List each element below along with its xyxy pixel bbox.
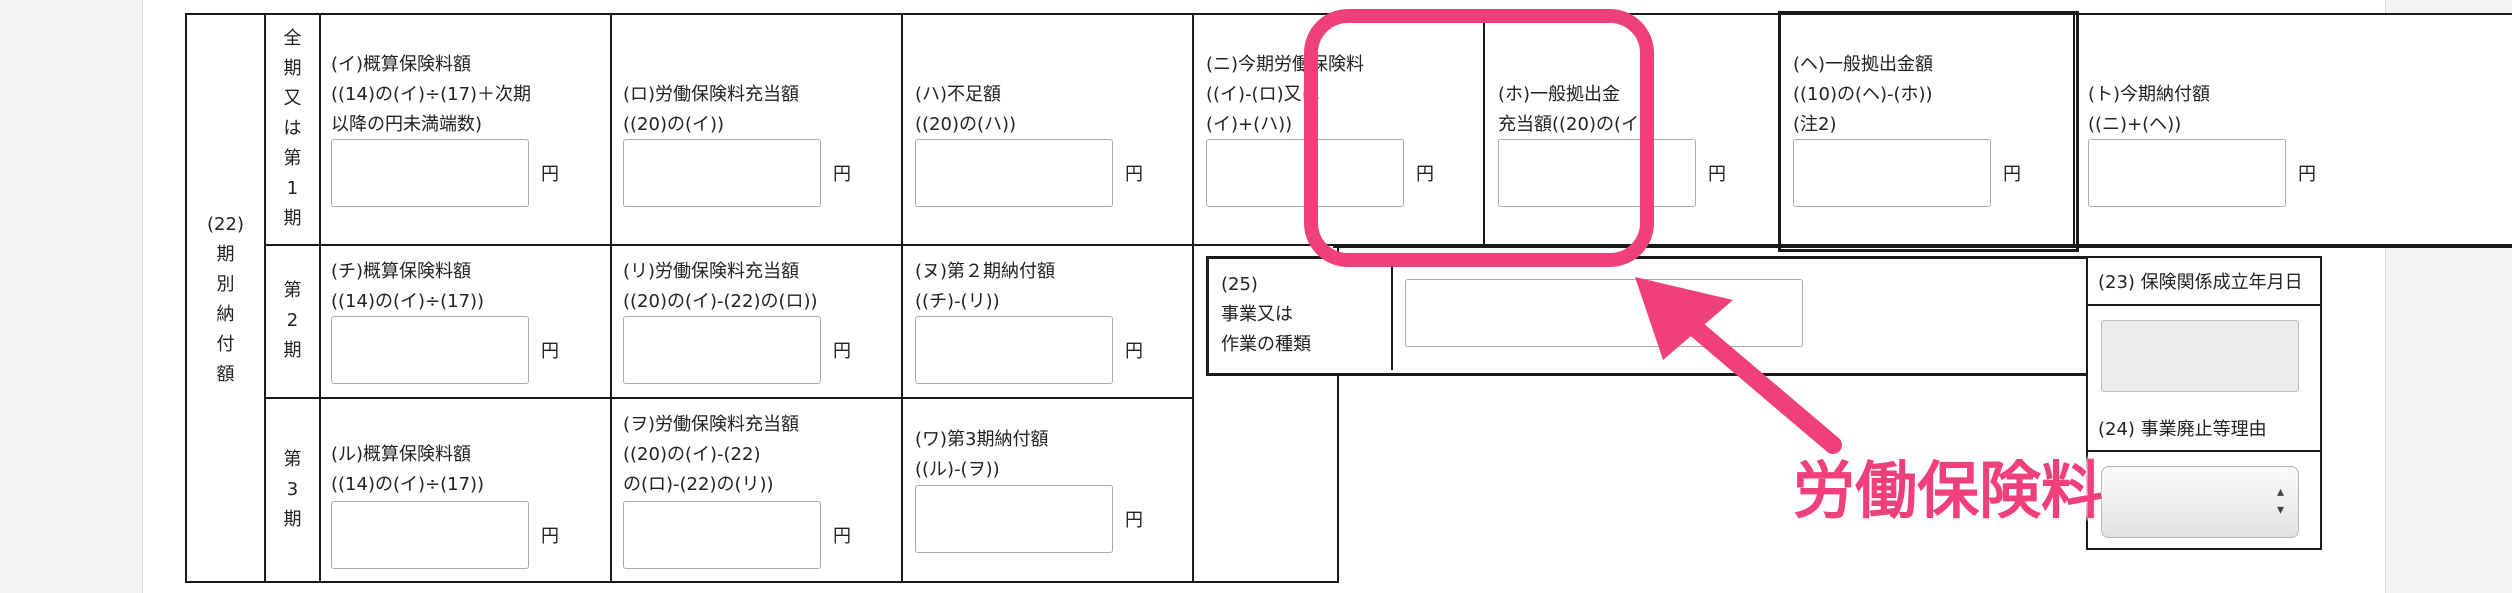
cell-wa-label: (ワ)第3期納付額 ((ル)-(ヲ)) bbox=[915, 429, 1049, 480]
abolition-reason-select[interactable]: ▴ ▾ bbox=[2101, 466, 2299, 538]
unit-yen: 円 bbox=[2003, 164, 2021, 185]
cell-ri-label: (リ)労働保険料充当額 ((20)の(イ)-(22)の(ロ)) bbox=[623, 261, 818, 312]
input-nu-second-payment[interactable] bbox=[915, 316, 1113, 384]
select-arrows-icon: ▴ ▾ bbox=[2276, 484, 2284, 518]
input-he-contribution-amount[interactable] bbox=[1793, 139, 1991, 207]
input-ru-estimated-premium[interactable] bbox=[331, 501, 529, 569]
cell-ro-label: (ロ)労働保険料充当額 ((20)の(イ)) bbox=[623, 84, 800, 135]
form-page: (22) 期 別 納 付 額 全 期 又 は 第 1 期 第 2 期 第 3 期… bbox=[142, 0, 2512, 593]
highlight-frame bbox=[1304, 9, 1654, 267]
cell-chi-label: (チ)概算保険料額 ((14)の(イ)÷(17)) bbox=[331, 261, 485, 312]
callout-arrow-icon bbox=[1635, 277, 1842, 454]
cell-i-label: (イ)概算保険料額 ((14)の(イ)÷(17)＋次期 以降の円未満端数) bbox=[331, 54, 532, 135]
row-label-second-period: 第 2 期 bbox=[283, 280, 302, 361]
cell-ru-label: (ル)概算保険料額 ((14)の(イ)÷(17)) bbox=[331, 444, 485, 495]
unit-yen: 円 bbox=[2298, 164, 2316, 185]
cell-to-label: (ト)今期納付額 ((ニ)+(ヘ)) bbox=[2088, 84, 2211, 135]
established-date-field[interactable] bbox=[2101, 320, 2299, 392]
unit-yen: 円 bbox=[541, 526, 559, 547]
row-label-first-period: 全 期 又 は 第 1 期 bbox=[283, 28, 302, 229]
row-label-third-period: 第 3 期 bbox=[283, 449, 302, 530]
cell-ha-label: (ハ)不足額 ((20)の(ハ)) bbox=[915, 84, 1017, 135]
input-chi-estimated-premium[interactable] bbox=[331, 316, 529, 384]
input-ha-shortage[interactable] bbox=[915, 139, 1113, 207]
input-wo-premium-allocation[interactable] bbox=[623, 501, 821, 569]
unit-yen: 円 bbox=[833, 341, 851, 362]
established-date-label: (23) 保険関係成立年月日 bbox=[2098, 272, 2303, 293]
business-type-label: (25) 事業又は 作業の種類 bbox=[1221, 274, 1311, 355]
unit-yen: 円 bbox=[1125, 341, 1143, 362]
abolition-reason-label: (24) 事業廃止等理由 bbox=[2098, 419, 2267, 440]
input-to-current-payment[interactable] bbox=[2088, 139, 2286, 207]
unit-yen: 円 bbox=[833, 526, 851, 547]
cell-he-label: (ヘ)一般拠出金額 ((10)の(ヘ)-(ホ)) (注2) bbox=[1793, 54, 1934, 135]
unit-yen: 円 bbox=[833, 164, 851, 185]
input-ri-premium-allocation[interactable] bbox=[623, 316, 821, 384]
unit-yen: 円 bbox=[1708, 164, 1726, 185]
unit-yen: 円 bbox=[1125, 164, 1143, 185]
cell-wo-label: (ヲ)労働保険料充当額 ((20)の(イ)-(22) の(ロ)-(22)の(リ)… bbox=[623, 414, 800, 495]
input-wa-third-payment[interactable] bbox=[915, 485, 1113, 553]
input-i-estimated-premium[interactable] bbox=[331, 139, 529, 207]
unit-yen: 円 bbox=[1125, 510, 1143, 531]
cell-nu-label: (ヌ)第２期納付額 ((チ)-(リ)) bbox=[915, 261, 1056, 312]
unit-yen: 円 bbox=[541, 164, 559, 185]
input-ro-premium-allocation[interactable] bbox=[623, 139, 821, 207]
unit-yen: 円 bbox=[541, 341, 559, 362]
callout-text: 労働保険料 bbox=[1793, 454, 2104, 527]
period-section-label: (22) 期 別 納 付 額 bbox=[207, 214, 244, 385]
